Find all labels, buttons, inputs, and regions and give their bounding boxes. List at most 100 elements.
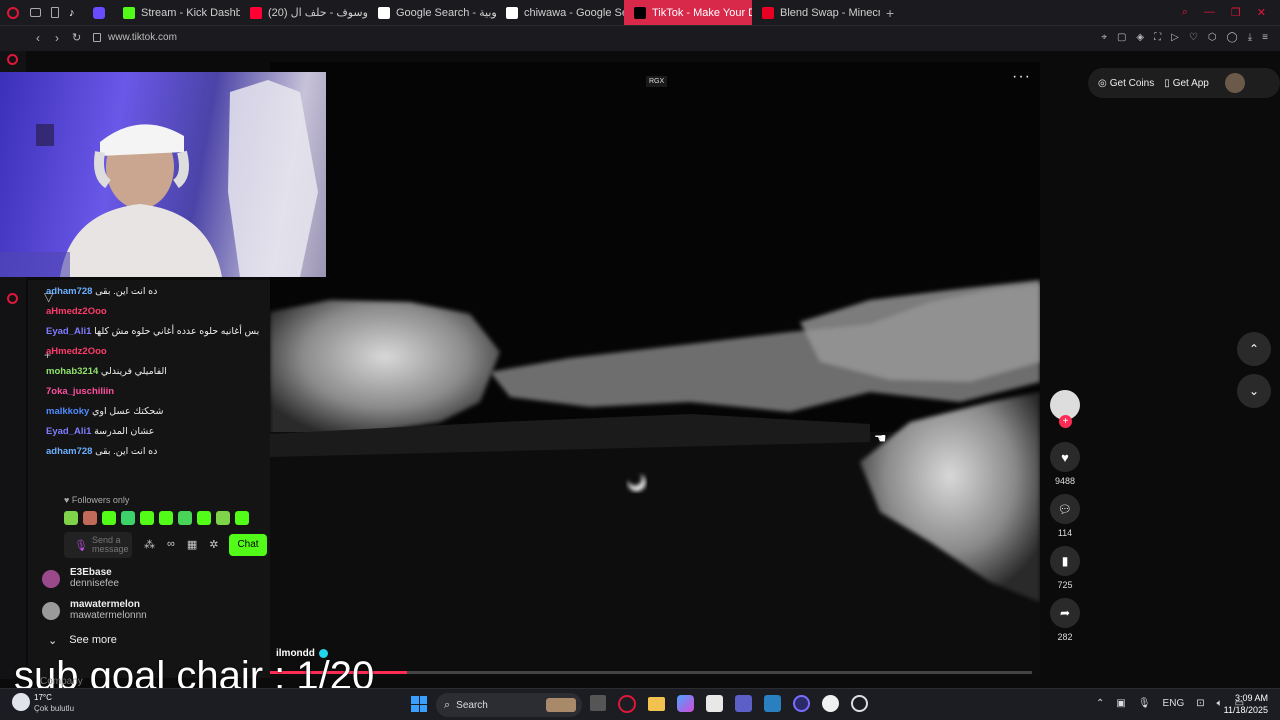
translate-icon[interactable]: ⛶ <box>1154 32 1161 43</box>
music-icon[interactable] <box>822 695 839 712</box>
teams-icon[interactable] <box>735 695 752 712</box>
mic-icon[interactable]: 🎙︎ <box>74 539 88 552</box>
save-button[interactable]: ▮ <box>1050 546 1080 576</box>
chat-username[interactable]: malkkoky <box>46 406 89 417</box>
microphone-icon[interactable]: 🎙︎ <box>1138 698 1151 709</box>
back-icon[interactable]: ‹ <box>36 31 40 45</box>
more-options-icon[interactable]: ··· <box>1012 68 1031 86</box>
get-app-label: Get App <box>1172 77 1209 89</box>
network-icon[interactable]: ⊡ <box>1196 698 1204 709</box>
heart-icon[interactable]: ♡ <box>1189 32 1198 43</box>
emote[interactable] <box>64 511 78 525</box>
taskbar-search[interactable]: ⌕ Search <box>436 693 582 717</box>
get-app-button[interactable]: ▯ Get App <box>1164 78 1209 89</box>
webcam-image <box>0 80 318 277</box>
chat-username[interactable]: adham728 <box>46 286 92 297</box>
weather-icon[interactable] <box>12 693 30 711</box>
share-button[interactable]: ➦ <box>1050 598 1080 628</box>
pin-icon[interactable]: ⌖ <box>1101 32 1107 43</box>
browser-tab[interactable]: (20) جورج وسوف - حلف ال... <box>240 0 368 25</box>
chat-send-button[interactable]: Chat <box>229 534 267 556</box>
avatar[interactable] <box>42 570 60 588</box>
avatar[interactable] <box>1224 73 1245 93</box>
weather-desc[interactable]: Çok bulutlu <box>34 704 74 713</box>
menu-icon[interactable]: ≡ <box>1262 32 1268 43</box>
chat-username[interactable]: 7oka_juschiliin <box>46 386 114 397</box>
next-video-button[interactable]: ⌄ <box>1237 374 1271 408</box>
opera-sidebar-icon[interactable] <box>7 54 18 65</box>
opera-logo-icon[interactable] <box>0 0 26 25</box>
workspaces-icon[interactable] <box>30 7 41 17</box>
page-icon[interactable] <box>51 6 59 18</box>
snapshot-icon[interactable]: ▢ <box>1117 32 1126 43</box>
follow-plus-icon[interactable]: + <box>1059 415 1072 428</box>
clock-time[interactable]: 3:09 AM <box>1222 693 1268 703</box>
store-icon[interactable] <box>706 695 723 712</box>
aria-icon[interactable] <box>93 6 105 19</box>
language-indicator[interactable]: ENG <box>1163 698 1185 709</box>
chat-username[interactable]: aHmedz2Ooo <box>46 346 107 357</box>
browser-tab[interactable]: chiwawa - Google Search <box>496 0 624 25</box>
close-icon[interactable]: ✕ <box>1257 6 1266 19</box>
browser-tab[interactable]: TikTok - Make Your D <box>624 0 752 25</box>
emote[interactable] <box>178 511 192 525</box>
tiktok-pinned-icon[interactable]: ♪ <box>69 6 83 20</box>
video-progress-track[interactable] <box>270 671 1032 674</box>
windows-start-icon[interactable] <box>411 696 427 712</box>
chat-username[interactable]: mohab3214 <box>46 366 98 377</box>
photo-app-icon[interactable] <box>764 695 781 712</box>
emote[interactable] <box>102 511 116 525</box>
url-text[interactable]: www.tiktok.com <box>108 32 177 43</box>
avatar[interactable] <box>42 602 60 620</box>
emote[interactable] <box>197 511 211 525</box>
browser-tab[interactable]: Stream - Kick Dashboard <box>113 0 240 25</box>
search-tabs-icon[interactable]: ⌕ <box>1182 6 1188 19</box>
infinity-icon[interactable]: ∞ <box>167 538 175 551</box>
browser-tab[interactable]: Blend Swap - Minecraft S <box>752 0 880 25</box>
tray-app-icon[interactable]: ▣ <box>1116 698 1125 709</box>
chat-username[interactable]: Eyad_Ali1 <box>46 426 91 437</box>
reload-icon[interactable]: ↻ <box>72 31 81 44</box>
emote[interactable] <box>159 511 173 525</box>
clock-date[interactable]: 11/18/2025 <box>1222 705 1268 715</box>
viewer-name[interactable]: E3Ebase <box>70 567 112 578</box>
minimize-icon[interactable]: — <box>1204 6 1215 19</box>
forward-icon[interactable]: › <box>55 31 59 45</box>
comment-button[interactable]: 💬︎ <box>1050 494 1080 524</box>
copilot-icon[interactable] <box>677 695 694 712</box>
file-explorer-icon[interactable] <box>648 697 665 711</box>
emote[interactable] <box>235 511 249 525</box>
chat-username[interactable]: Eyad_Ali1 <box>46 326 91 337</box>
chevron-up-icon[interactable]: ⌃ <box>1096 698 1104 709</box>
obs-icon[interactable] <box>793 695 810 712</box>
emoji-icon[interactable]: ⁂ <box>144 538 155 551</box>
message-input[interactable]: 🎙︎ Send a message <box>64 532 132 558</box>
extensions-icon[interactable]: ⬡ <box>1208 32 1217 43</box>
emote[interactable] <box>83 511 97 525</box>
task-view-icon[interactable] <box>590 695 606 711</box>
play-icon[interactable]: ▷ <box>1171 32 1179 43</box>
vpn-icon[interactable]: ◈ <box>1136 32 1144 43</box>
emote[interactable] <box>121 511 135 525</box>
new-tab-button[interactable]: + <box>880 5 900 21</box>
get-coins-button[interactable]: ◎ Get Coins <box>1098 78 1154 89</box>
tiktok-video[interactable]: RGX ··· ☚ ilmondd <box>270 62 1040 677</box>
settings-gear-icon[interactable] <box>7 293 18 304</box>
see-more-button[interactable]: ⌄ See more <box>48 634 117 647</box>
maximize-icon[interactable]: ❐ <box>1231 6 1241 19</box>
emote[interactable] <box>140 511 154 525</box>
weather-temp[interactable]: 17°C <box>34 693 52 702</box>
emote[interactable] <box>216 511 230 525</box>
opera-taskbar-icon[interactable] <box>618 695 636 713</box>
browser-tab[interactable]: Google Search - القليوبية <box>368 0 496 25</box>
download-icon[interactable]: ⤓ <box>1248 32 1252 43</box>
previous-video-button[interactable]: ⌃ <box>1237 332 1271 366</box>
store-icon[interactable]: ▦ <box>187 538 197 551</box>
like-button[interactable]: ♥ <box>1050 442 1080 472</box>
viewer-name[interactable]: mawatermelon <box>70 599 140 610</box>
profile-icon[interactable]: ◯ <box>1227 32 1238 43</box>
chat-username[interactable]: adham728 <box>46 446 92 457</box>
gear-icon[interactable]: ✲ <box>209 538 218 551</box>
chrome-icon[interactable] <box>851 695 868 712</box>
chat-username[interactable]: aHmedz2Ooo <box>46 306 107 317</box>
